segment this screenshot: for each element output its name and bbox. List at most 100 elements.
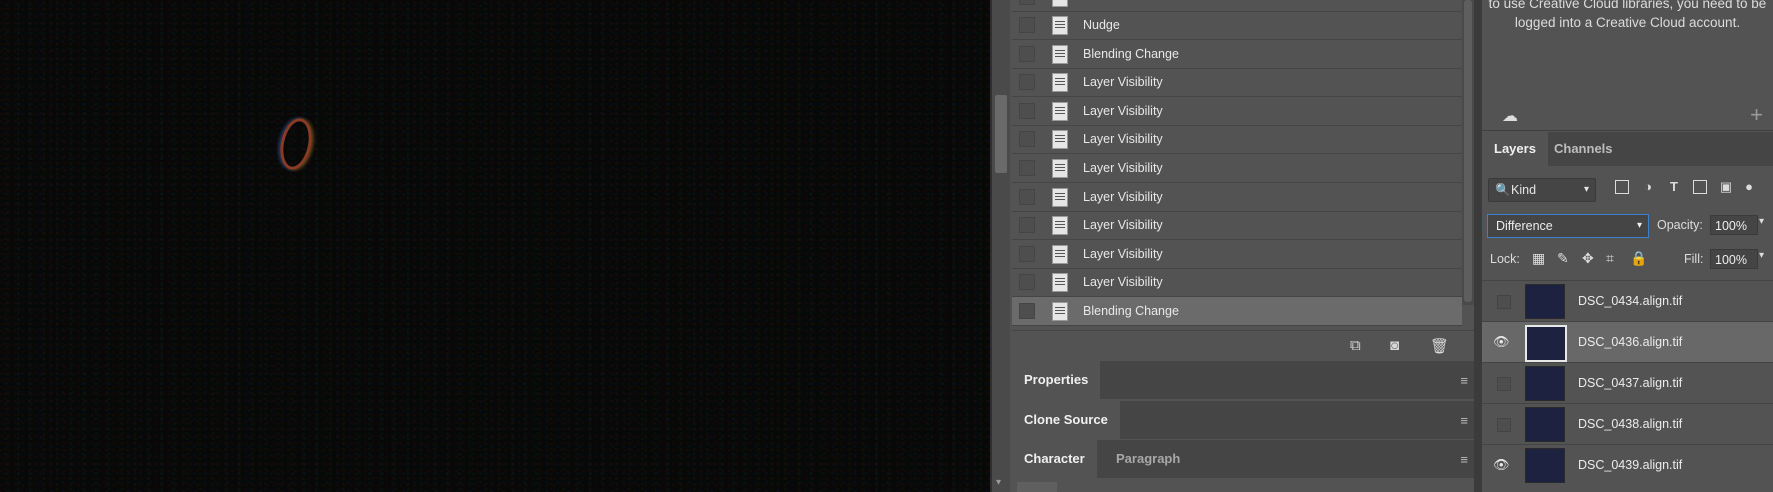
history-item-label: Layer Visibility <box>1083 161 1163 175</box>
pixel-layer-filter-icon[interactable] <box>1615 180 1629 194</box>
history-brush-source-checkbox[interactable] <box>1019 46 1035 62</box>
history-state-icon <box>1052 187 1068 207</box>
layer-row[interactable]: DSC_0438.align.tif <box>1482 403 1773 445</box>
fill-input[interactable]: 100% <box>1710 249 1758 269</box>
lock-position-icon[interactable]: ✥ <box>1582 250 1594 267</box>
history-brush-source-checkbox[interactable] <box>1019 131 1035 147</box>
history-item[interactable]: Layer Visibility <box>1012 211 1462 240</box>
lock-label: Lock: <box>1490 252 1520 266</box>
history-state-icon <box>1052 244 1068 264</box>
lock-image-pixels-icon[interactable]: ✎ <box>1557 250 1569 267</box>
eye-icon[interactable]: 👁 <box>1493 458 1510 472</box>
canvas-scrollbar[interactable]: ▾ <box>992 0 1010 492</box>
panel-menu-icon[interactable]: ≡ <box>1460 373 1468 388</box>
blend-mode-select[interactable]: Difference ▾ <box>1487 214 1649 238</box>
lock-transparent-pixels-icon[interactable]: ▦ <box>1532 250 1545 267</box>
properties-panel-header: Properties ≡ <box>1012 361 1474 399</box>
history-item[interactable]: Nudge <box>1012 11 1462 40</box>
tab-layers[interactable]: Layers <box>1482 132 1548 166</box>
history-brush-source-checkbox[interactable] <box>1019 160 1035 176</box>
history-item-label: Layer Visibility <box>1083 247 1163 261</box>
history-item[interactable]: Layer Visibility <box>1012 240 1462 269</box>
tab-character[interactable]: Character <box>1012 440 1097 478</box>
layer-thumbnail <box>1525 284 1565 319</box>
right-panel-column: to use Creative Cloud libraries, you nee… <box>1482 0 1773 492</box>
opacity-label: Opacity: <box>1657 218 1703 232</box>
history-state-icon <box>1052 101 1068 121</box>
scrollbar-thumb[interactable] <box>995 95 1007 173</box>
history-item[interactable]: Layer Visibility <box>1012 97 1462 126</box>
tab-channels[interactable]: Channels <box>1542 132 1625 166</box>
history-brush-source-checkbox[interactable] <box>1019 74 1035 90</box>
history-item-label: Layer Visibility <box>1083 75 1163 89</box>
visibility-toggle[interactable] <box>1497 295 1511 309</box>
history-state-icon <box>1052 215 1068 235</box>
document-canvas[interactable] <box>0 0 990 492</box>
image-noise <box>0 0 990 492</box>
filter-toggle-icon[interactable]: ● <box>1742 180 1756 194</box>
history-item[interactable]: Layer Visibility <box>1012 268 1462 297</box>
history-scrollbar[interactable] <box>1462 0 1474 305</box>
filter-kind-select[interactable]: 🔍 Kind ▾ <box>1488 178 1596 202</box>
visibility-toggle[interactable] <box>1497 418 1511 432</box>
layer-thumbnail <box>1525 366 1565 401</box>
history-brush-source-checkbox[interactable] <box>1019 103 1035 119</box>
adjustment-layer-filter-icon[interactable]: ◑ <box>1641 180 1655 194</box>
panel-menu-icon[interactable]: ≡ <box>1460 452 1468 467</box>
history-state-icon <box>1052 72 1068 92</box>
history-item-label: Layer Visibility <box>1083 132 1163 146</box>
history-brush-source-checkbox[interactable] <box>1019 274 1035 290</box>
lock-all-icon[interactable]: 🔒 <box>1630 250 1647 267</box>
shape-layer-filter-icon[interactable] <box>1693 180 1707 194</box>
add-library-icon[interactable]: + <box>1750 102 1763 128</box>
creative-cloud-offline-icon: ☁ <box>1502 108 1518 125</box>
history-item[interactable]: Layer Visibility <box>1012 183 1462 212</box>
chevron-down-icon[interactable]: ▾ <box>1759 216 1764 227</box>
history-state-icon <box>1052 158 1068 178</box>
chevron-down-icon[interactable]: ▾ <box>1759 250 1764 261</box>
lock-artboard-icon[interactable]: ⌗ <box>1606 250 1614 267</box>
layer-row[interactable]: DSC_0437.align.tif <box>1482 362 1773 404</box>
tab-properties[interactable]: Properties <box>1012 361 1101 399</box>
camera-icon[interactable]: ◙ <box>1390 337 1399 354</box>
history-item-label: Layer Visibility <box>1083 104 1163 118</box>
blend-opacity-row: Difference ▾ Opacity: 100% ▾ <box>1482 212 1773 240</box>
tab-clone-source[interactable]: Clone Source <box>1012 401 1120 439</box>
history-item[interactable]: Layer Visibility <box>1012 68 1462 97</box>
layer-row[interactable]: 👁 DSC_0439.align.tif <box>1482 444 1773 492</box>
layer-thumbnail <box>1525 407 1565 442</box>
history-item-selected[interactable]: Blending Change <box>1012 297 1462 326</box>
history-brush-source-checkbox[interactable] <box>1019 246 1035 262</box>
history-brush-source-checkbox[interactable] <box>1019 217 1035 233</box>
tab-paragraph[interactable]: Paragraph <box>1104 440 1192 478</box>
history-scrollbar-thumb[interactable] <box>1464 0 1472 302</box>
trash-icon[interactable]: 🗑 <box>1430 337 1449 355</box>
history-item[interactable]: Layer Visibility <box>1012 125 1462 154</box>
opacity-input[interactable]: 100% <box>1710 215 1758 235</box>
layer-row-selected[interactable]: 👁 DSC_0436.align.tif <box>1482 321 1773 363</box>
history-item[interactable]: Layer Visibility <box>1012 154 1462 183</box>
smart-object-filter-icon[interactable]: ▣ <box>1719 180 1733 194</box>
new-document-from-state-icon[interactable]: ⧉ <box>1350 337 1361 354</box>
history-state-icon <box>1052 272 1068 292</box>
layer-row[interactable]: DSC_0434.align.tif <box>1482 280 1773 322</box>
character-panel-body <box>1012 478 1474 492</box>
type-layer-filter-icon[interactable]: T <box>1667 180 1681 194</box>
visibility-toggle[interactable] <box>1497 377 1511 391</box>
scroll-down-icon[interactable]: ▾ <box>996 477 1001 488</box>
history-brush-source-checkbox[interactable] <box>1019 303 1035 319</box>
panel-menu-icon[interactable]: ≡ <box>1460 413 1468 428</box>
history-item[interactable]: Blending Change <box>1012 40 1462 69</box>
history-item-label: Blending Change <box>1083 304 1179 318</box>
history-brush-source-checkbox[interactable] <box>1019 17 1035 33</box>
libraries-footer: ☁ + <box>1482 100 1773 131</box>
eye-icon[interactable]: 👁 <box>1493 335 1510 349</box>
layer-filter-row: 🔍 Kind ▾ ◑ T ▣ ● <box>1482 176 1773 204</box>
history-brush-source-checkbox[interactable] <box>1019 189 1035 205</box>
character-panel-field[interactable] <box>1017 482 1057 492</box>
history-brush-source-checkbox[interactable] <box>1019 0 1035 5</box>
history-toolbar: ⧉ ◙ 🗑 <box>1012 330 1474 361</box>
layer-name: DSC_0434.align.tif <box>1578 294 1683 308</box>
clone-source-panel-header: Clone Source ≡ <box>1012 401 1474 439</box>
history-item-label: Layer Visibility <box>1083 275 1163 289</box>
